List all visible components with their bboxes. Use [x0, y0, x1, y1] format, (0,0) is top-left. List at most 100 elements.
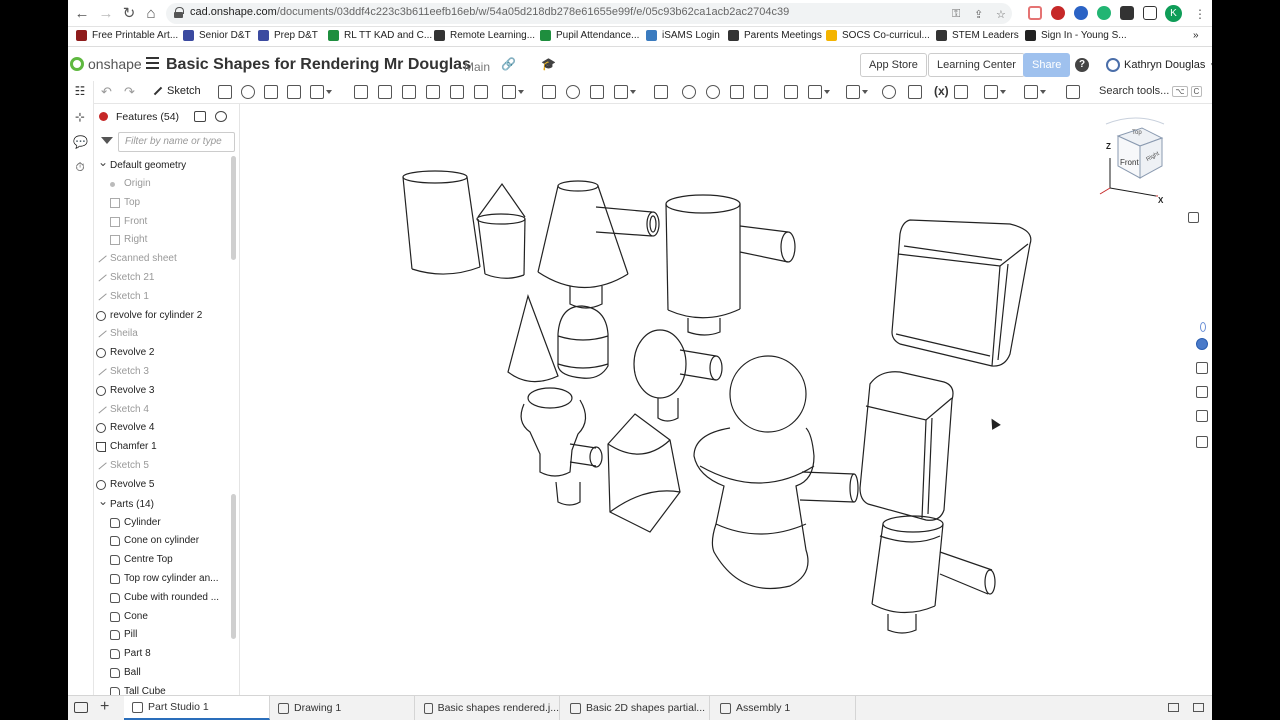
plane-tool-icon[interactable]: [218, 85, 232, 99]
hex-prism-shape[interactable]: [607, 413, 681, 533]
variables-panel-icon[interactable]: [1196, 410, 1208, 422]
bookmark-item[interactable]: SOCS Co-curricul...: [826, 30, 930, 41]
frame-tool-icon[interactable]: [808, 85, 830, 99]
forward-icon[interactable]: →: [96, 4, 116, 24]
mass-props-icon[interactable]: [1196, 386, 1208, 398]
feature-item[interactable]: Chamfer 1: [94, 438, 230, 457]
rib-tool-icon[interactable]: [426, 85, 440, 99]
feature-item[interactable]: Sketch 1: [94, 288, 230, 307]
tab-2[interactable]: Drawing 1: [270, 696, 415, 720]
address-bar[interactable]: cad.onshape.com/documents/03ddf4c223c3b6…: [166, 3, 1012, 24]
redo-icon[interactable]: ↷: [124, 84, 135, 100]
profile-avatar[interactable]: K: [1165, 5, 1182, 22]
lower-cylinder-shape[interactable]: [871, 515, 996, 634]
tab-manager-icon[interactable]: [74, 702, 88, 713]
feature-item[interactable]: Revolve 5: [94, 476, 230, 495]
graphics-viewport[interactable]: Top Front Right Z X: [240, 104, 1212, 695]
section-tool-icon[interactable]: [984, 85, 1006, 99]
sweep-tool-icon[interactable]: [264, 85, 278, 99]
chamfer-tool-icon[interactable]: [378, 85, 392, 99]
feature-item[interactable]: Right: [94, 231, 230, 250]
mate-connector-icon[interactable]: [954, 85, 968, 99]
features-title[interactable]: Features (54): [116, 111, 179, 123]
menu-icon[interactable]: [146, 57, 159, 69]
rollback-timer-icon[interactable]: [215, 111, 227, 122]
app-store-button[interactable]: App Store: [860, 53, 927, 77]
bookmark-item[interactable]: STEM Leaders: [936, 30, 1019, 41]
feature-item[interactable]: Revolve 4: [94, 419, 230, 438]
extension-icon[interactable]: [1028, 6, 1042, 20]
cylinder-shape[interactable]: [402, 170, 481, 275]
variables-icon[interactable]: ⊹: [73, 111, 87, 124]
mirror-tool-icon[interactable]: [542, 85, 556, 99]
offset-surface-icon[interactable]: [706, 85, 720, 99]
reload-icon[interactable]: ↻: [119, 4, 139, 24]
feature-item[interactable]: revolve for cylinder 2: [94, 307, 230, 326]
add-tab-icon[interactable]: +: [100, 698, 109, 716]
measure-tool-icon[interactable]: [1024, 85, 1046, 99]
ball-stick-shape[interactable]: [633, 329, 723, 422]
feature-item[interactable]: Front: [94, 213, 230, 232]
share-page-icon[interactable]: ⇪: [974, 8, 983, 21]
centre-top-shape[interactable]: [537, 180, 660, 309]
sketch-button[interactable]: Sketch: [153, 85, 201, 97]
feature-item[interactable]: Sketch 3: [94, 363, 230, 382]
link-icon[interactable]: 🔗: [501, 57, 516, 71]
bookmark-item[interactable]: Pupil Attendance...: [540, 30, 639, 41]
undo-icon[interactable]: ↶: [101, 84, 112, 100]
bookmark-item[interactable]: Free Printable Art...: [76, 30, 178, 41]
bookmark-item[interactable]: Prep D&T: [258, 30, 318, 41]
feature-item[interactable]: Sheila: [94, 325, 230, 344]
bookmark-item[interactable]: Sign In - Young S...: [1025, 30, 1127, 41]
bottle-top-shape[interactable]: [520, 387, 603, 506]
share-button[interactable]: Share: [1023, 53, 1071, 77]
feature-item[interactable]: Sketch 5: [94, 457, 230, 476]
part-item[interactable]: Ball: [94, 664, 230, 683]
history-icon[interactable]: ⏱: [73, 161, 87, 174]
part-item[interactable]: Cone on cylinder: [94, 532, 230, 551]
curve-tool-icon[interactable]: [908, 85, 922, 99]
extension-icon[interactable]: [1074, 6, 1088, 20]
feature-filter-input[interactable]: Filter by name or type: [118, 132, 235, 152]
ball-shape[interactable]: [729, 355, 807, 433]
move-face-icon[interactable]: [754, 85, 768, 99]
puzzle-icon[interactable]: [1120, 6, 1134, 20]
bookmark-item[interactable]: RL TT KAD and C...: [328, 30, 432, 41]
part-item[interactable]: Cone: [94, 608, 230, 627]
onshape-logo[interactable]: onshape: [70, 56, 142, 72]
vase-shape[interactable]: [693, 427, 859, 590]
comments-icon[interactable]: 💬: [73, 136, 88, 149]
boolean-tool-icon[interactable]: [566, 85, 580, 99]
mic-icon[interactable]: [1200, 322, 1206, 332]
measure-icon[interactable]: [1193, 703, 1204, 712]
parts-group[interactable]: Parts (14): [94, 492, 230, 514]
feature-list-icon[interactable]: ☷: [73, 85, 87, 98]
split-tool-icon[interactable]: [590, 85, 604, 99]
feature-item[interactable]: Sketch 4: [94, 401, 230, 420]
bookmark-item[interactable]: iSAMS Login: [646, 30, 720, 41]
part-item[interactable]: Centre Top: [94, 551, 230, 570]
part-item[interactable]: Pill: [94, 626, 230, 645]
configurations-icon[interactable]: [1196, 436, 1208, 448]
cone-shape[interactable]: [507, 294, 559, 383]
feature-item[interactable]: Sketch 21: [94, 269, 230, 288]
default-geometry-group[interactable]: Default geometry: [94, 153, 230, 175]
tab-3[interactable]: Basic shapes rendered.j...: [416, 696, 560, 720]
bookmark-star-icon[interactable]: ☆: [996, 8, 1006, 21]
feature-item[interactable]: Revolve 2: [94, 344, 230, 363]
part-item[interactable]: Cylinder: [94, 514, 230, 533]
hole-tool-icon[interactable]: [474, 85, 488, 99]
sheet-metal-icon[interactable]: [784, 85, 798, 99]
pattern-tool-icon[interactable]: [502, 85, 524, 99]
mate-tool-icon[interactable]: [682, 85, 696, 99]
tab-4[interactable]: Basic 2D shapes partial...: [562, 696, 710, 720]
shell-tool-icon[interactable]: [450, 85, 464, 99]
graphics-settings-icon[interactable]: [1168, 703, 1179, 712]
delete-part-icon[interactable]: [654, 85, 668, 99]
search-tools-input[interactable]: Search tools... ⌥ C: [1099, 85, 1203, 97]
draft-tool-icon[interactable]: [402, 85, 416, 99]
part-item[interactable]: Cube with rounded ...: [94, 589, 230, 608]
feature-item[interactable]: Origin: [94, 175, 230, 194]
tab-5[interactable]: Assembly 1: [712, 696, 856, 720]
tab-1[interactable]: Part Studio 1: [124, 696, 270, 720]
